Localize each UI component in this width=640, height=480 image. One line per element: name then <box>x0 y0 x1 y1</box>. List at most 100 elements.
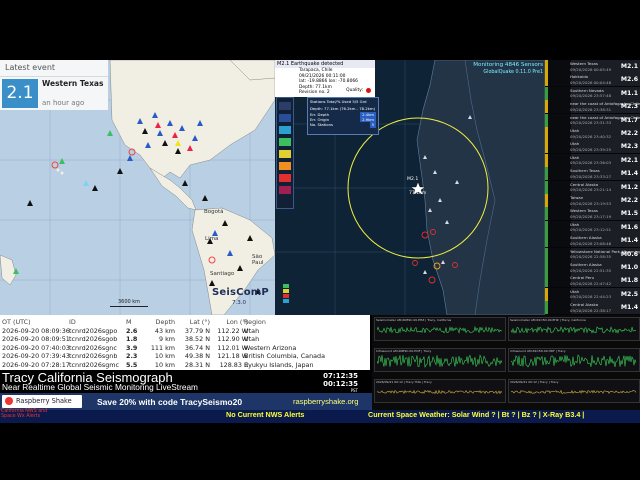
event-magnitude-bar <box>545 167 571 181</box>
event-magnitude-bar <box>545 180 571 194</box>
banner-subtitle: Near Realtime Global Seismic Monitoring … <box>2 382 198 392</box>
epicenter-mag-label: M2.1 <box>407 177 419 182</box>
table-cell: 2026-09-20 07:40:03 <box>2 343 70 352</box>
event-magnitude-bar <box>545 113 571 127</box>
space-weather: Current Space Weather: Solar Wind ? | Bt… <box>368 410 585 419</box>
table-cell: 37.79 N <box>184 327 210 335</box>
event-magnitude: M1.4 <box>620 237 638 245</box>
table-cell: 111 km <box>150 343 175 352</box>
table-cell: tcnrd2026sgpo <box>69 327 118 335</box>
latest-event-magnitude: 2.1 <box>2 79 38 108</box>
table-cell: 2026-09-20 07:28:17 <box>2 360 70 369</box>
event-list-item[interactable]: Central Alaska 09/20/2026 22:38:17 M1.4 <box>545 301 640 316</box>
ticker-label: California NWS and Space Wx Alerts <box>1 409 48 419</box>
event-magnitude: M1.5 <box>620 210 638 218</box>
event-list-item[interactable]: Southern Texas 09/20/2026 23:33:27 M1.4 <box>545 167 640 182</box>
event-region: Southern Nevada <box>570 87 604 93</box>
table-row[interactable]: 2026-09-20 08:09:51 tcnrd2026sgob 1.8 9 km 3… <box>0 335 370 343</box>
table-cell: Western Arizona <box>244 343 297 352</box>
table-cell: tcnrd2026sgob <box>69 335 118 344</box>
table-cell: 10 km <box>154 360 175 369</box>
scale-line <box>110 306 148 307</box>
seismogram-trace: Infrasound AM.R0E9C.00.HDF | Tracy <box>374 348 506 372</box>
event-list-item[interactable]: Utah 09/20/2026 23:12:51 M1.6 <box>545 220 640 235</box>
event-list-item[interactable]: Southern Nevada 09/20/2026 23:57:48 M1.1 <box>545 86 640 101</box>
stations-row: No. Stations 5 <box>310 122 376 128</box>
event-time: 09/20/2026 23:17:19 <box>570 213 612 219</box>
event-region: Central Alaska <box>570 302 599 308</box>
event-list-item[interactable]: Western Texas 09/20/2026 00:05:49 M2.1 <box>545 60 640 74</box>
latest-event-header: Latest event <box>0 60 108 77</box>
table-cell: 9 km <box>158 335 175 344</box>
event-list-item[interactable]: near the coast of Antofagasta, Chile 09/2… <box>545 100 640 115</box>
event-magnitude-bar <box>545 86 571 100</box>
event-list-item[interactable]: Central Peru 09/20/2026 22:47:42 M1.8 <box>545 274 640 289</box>
map-legend <box>283 284 323 315</box>
event-magnitude: M2.2 <box>620 197 638 204</box>
scale-label: 3600 km <box>117 299 141 305</box>
table-cell: 112.01 W <box>217 343 248 352</box>
event-magnitude-bar <box>545 247 571 261</box>
eq-panel-title: M2.1 Earthquake detected <box>275 60 375 68</box>
event-time: 09/20/2026 23:12:51 <box>570 227 612 233</box>
clock-utc: 00:12:35 <box>323 380 358 388</box>
table-row[interactable]: 2026-09-20 07:28:17 tcnrd2026sgmc 5.5 10 km… <box>0 361 370 369</box>
event-region: Utah <box>570 154 580 160</box>
event-region: Utah <box>570 288 580 294</box>
nws-alerts: No Current NWS Alerts <box>226 410 305 419</box>
event-list-item[interactable]: Southern Alaska 09/20/2026 22:51:35 M1.0 <box>545 261 640 275</box>
latest-event-card[interactable]: Latest event 2.1 Western Texas an hour a… <box>0 60 108 110</box>
event-time: 09/20/2026 23:36:03 <box>570 160 612 166</box>
event-time: 09/20/2026 23:19:53 <box>570 200 612 206</box>
table-cell: 36.74 N <box>184 343 210 352</box>
table-cell: 5.5 <box>126 360 138 369</box>
table-cell: 112.22 W <box>217 327 248 335</box>
table-cell: 121.18 W <box>217 352 248 361</box>
event-list-item[interactable]: Hokkaido 09/20/2026 00:04:48 M2.6 <box>545 73 640 88</box>
seismogram-trace: Infrasound AM.R1C5D.00.HDF | Tracy <box>508 348 640 372</box>
promo-code-text: Save 20% with code TracySeismo20 <box>97 397 243 407</box>
raspberry-shake-logo[interactable]: Raspberry Shake <box>2 395 82 408</box>
table-row[interactable]: 2026-09-20 07:40:03 tcnrd2026sgnc 3.9 111 k… <box>0 344 370 352</box>
event-magnitude: M2.3 <box>620 103 638 111</box>
event-region: Hokkaido <box>570 74 589 80</box>
event-list-item[interactable]: Yellowstone National Park, Wyoming 09/20/… <box>545 247 640 262</box>
table-header: OT (UTC) ID M Depth Lat (°) Lon (°) Regi… <box>2 318 266 326</box>
event-list-item[interactable]: Western Texas 09/20/2026 23:17:19 M1.5 <box>545 207 640 222</box>
map-label-lima: Lima <box>205 236 219 242</box>
event-time: 09/20/2026 22:47:42 <box>570 280 612 286</box>
promo-site-link[interactable]: raspberryshake.org <box>293 397 358 406</box>
epicenter-depth-label: 77.1km <box>409 191 427 196</box>
event-region: Central Alaska <box>570 181 599 187</box>
event-list-item[interactable]: Taiwan 09/20/2026 23:19:53 M2.2 <box>545 194 640 208</box>
seismogram-trace: Seismometer AM.R1C5D.00.EHZ | Tracy, Cal… <box>508 317 640 341</box>
event-time: 09/20/2026 23:38:31 <box>570 106 612 112</box>
event-region: Utah <box>570 128 580 133</box>
earthquake-detected-panel[interactable]: M2.1 Earthquake detected Tarapaca, Chile… <box>275 60 375 97</box>
table-cell: Utah <box>244 327 260 335</box>
event-list-item[interactable]: Utah 09/20/2026 23:36:03 M2.1 <box>545 153 640 168</box>
event-magnitude: M0.6 <box>620 250 638 258</box>
events-list[interactable]: Western Texas 09/20/2026 00:05:49 M2.1 Hokk… <box>545 60 640 316</box>
table-cell: 2.6 <box>126 327 138 335</box>
table-row[interactable]: 2026-09-20 08:09:36 tcnrd2026sgpo 2.6 43 km… <box>0 327 370 335</box>
raspberry-icon <box>5 397 13 405</box>
table-row[interactable]: 2026-09-20 07:39:43 tcnrd2026sgnb 2.3 10 km… <box>0 352 370 360</box>
table-cell: 128.83 E <box>219 360 248 369</box>
event-magnitude-bar <box>545 234 571 248</box>
event-list-item[interactable]: Utah 09/20/2026 22:44:23 M2.5 <box>545 287 640 302</box>
event-magnitude: M1.4 <box>620 304 638 312</box>
table-cell: tcnrd2026sgmc <box>69 360 120 369</box>
event-list-item[interactable]: Utah 09/20/2026 23:40:32 M2.2 <box>545 127 640 141</box>
latest-event-time-ago: an hour ago <box>42 99 85 107</box>
event-list-item[interactable]: Southern Alaska 09/20/2026 23:08:46 M1.4 <box>545 234 640 249</box>
event-list-item[interactable]: near the coast of Antofagasta, Chile 09/2… <box>545 113 640 128</box>
event-region: Western Texas <box>570 61 598 66</box>
event-list-item[interactable]: Utah 09/20/2026 23:39:25 M2.3 <box>545 140 640 155</box>
event-magnitude-bar <box>545 207 571 221</box>
stations-subtitle: Depth: 77.1km (76.2km - 78.2km) <box>310 106 376 111</box>
event-list-item[interactable]: Central Alaska 09/20/2026 23:21:14 M1.2 <box>545 180 640 195</box>
event-magnitude: M2.6 <box>620 76 638 84</box>
table-cell: 3.9 <box>126 343 138 352</box>
events-table[interactable]: OT (UTC) ID M Depth Lat (°) Lon (°) Regi… <box>0 315 370 370</box>
